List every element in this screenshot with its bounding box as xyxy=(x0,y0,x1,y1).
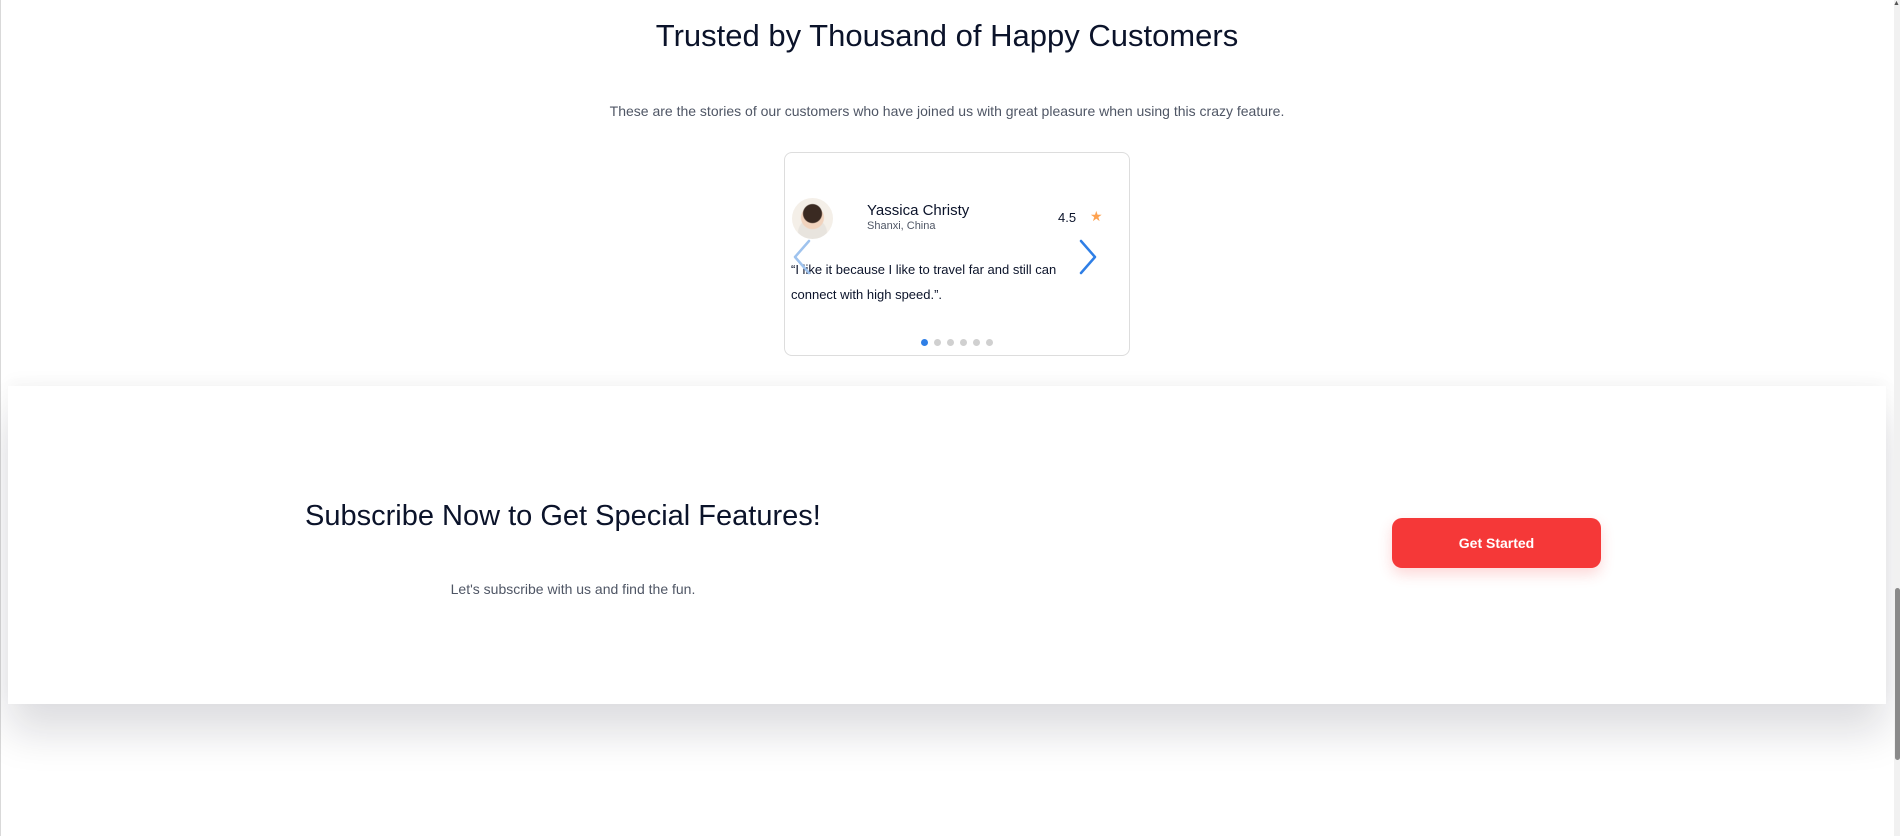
customer-location: Shanxi, China xyxy=(867,220,936,232)
subscribe-text: Let's subscribe with us and find the fun… xyxy=(450,581,696,597)
customer-name: Yassica Christy xyxy=(867,202,970,219)
subscribe-title: Subscribe Now to Get Special Features! xyxy=(305,500,821,532)
star-icon: ★ xyxy=(1090,208,1103,224)
carousel-dot[interactable] xyxy=(986,339,993,346)
carousel-dot[interactable] xyxy=(947,339,954,346)
subscribe-section: Subscribe Now to Get Special Features! L… xyxy=(8,386,1886,704)
testimonials-title: Trusted by Thousand of Happy Customers xyxy=(655,18,1239,53)
chevron-left-icon xyxy=(793,239,811,275)
scrollbar-thumb[interactable] xyxy=(1895,588,1900,760)
carousel-dot[interactable] xyxy=(921,339,928,346)
carousel-next-button[interactable] xyxy=(1075,237,1101,277)
page-left-edge xyxy=(0,0,1,836)
carousel-dot[interactable] xyxy=(934,339,941,346)
testimonials-subtitle: These are the stories of our customers w… xyxy=(609,103,1285,119)
rating-value: 4.5 xyxy=(1058,210,1077,225)
scroll-up-icon[interactable]: ▲ xyxy=(1893,0,1900,8)
testimonial-quote: “I like it because I like to travel far … xyxy=(791,262,1057,302)
carousel-prev-button[interactable] xyxy=(789,237,815,277)
chevron-right-icon xyxy=(1079,239,1097,275)
carousel-dot[interactable] xyxy=(960,339,967,346)
carousel-pagination xyxy=(785,339,1129,346)
get-started-button[interactable]: Get Started xyxy=(1392,518,1601,568)
avatar xyxy=(792,198,833,239)
testimonial-carousel: Yassica Christy Shanxi, China 4.5 ★ “I l… xyxy=(784,152,1130,356)
carousel-dot[interactable] xyxy=(973,339,980,346)
page: Trusted by Thousand of Happy Customers T… xyxy=(0,0,1900,836)
